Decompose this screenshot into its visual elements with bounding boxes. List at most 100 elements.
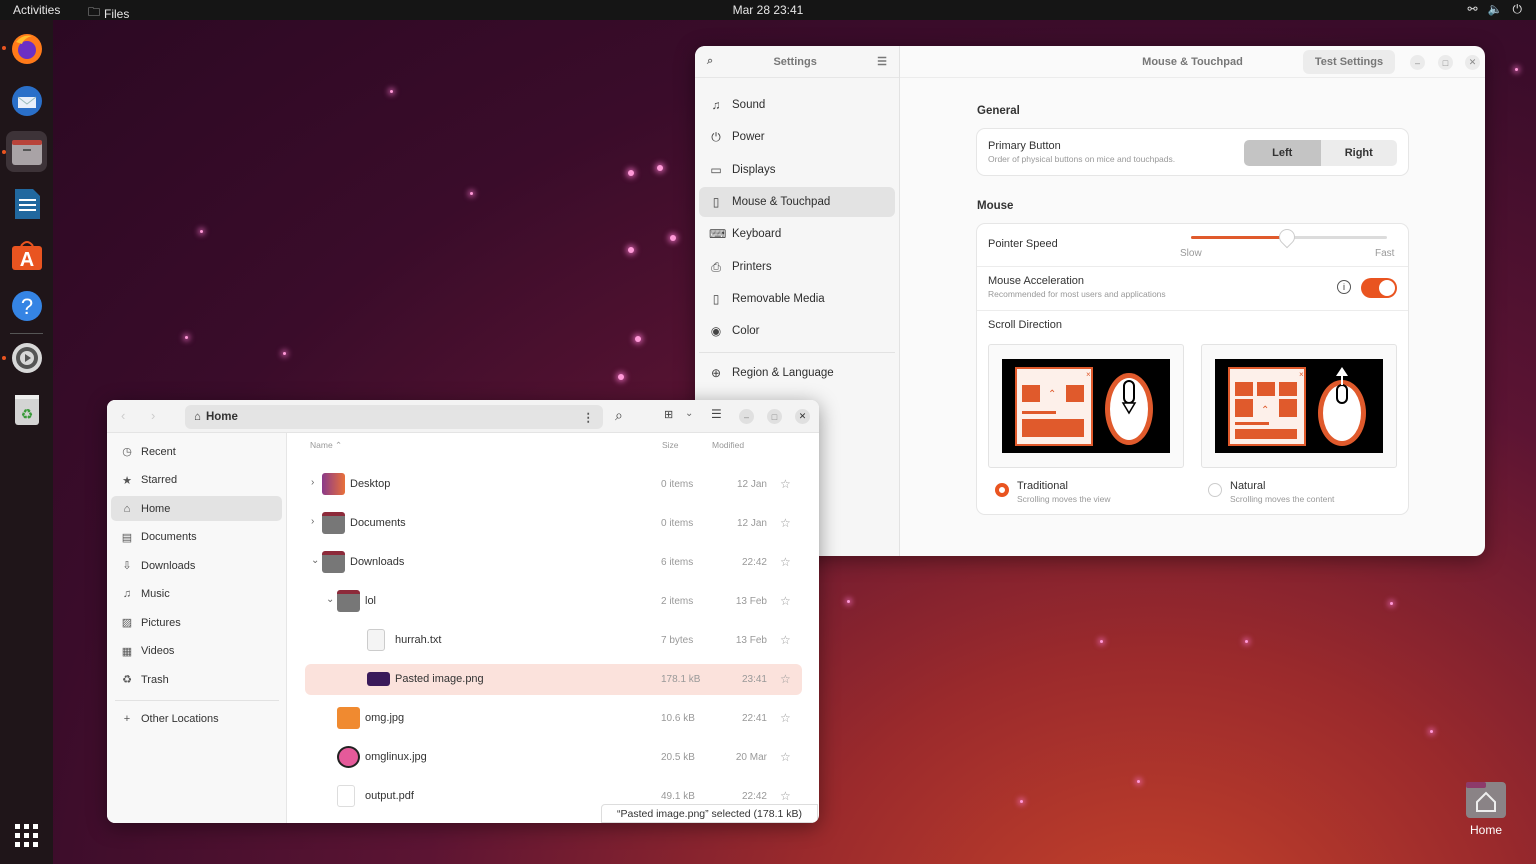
sidebar-item-color[interactable]: ◉ Color xyxy=(699,316,895,346)
show-apps-button[interactable] xyxy=(14,823,40,854)
forward-button[interactable]: › xyxy=(151,408,155,423)
sidebar-item-home[interactable]: ⌂ Home xyxy=(111,496,282,521)
dock-trash[interactable]: ♻ xyxy=(6,389,47,430)
dock-separator xyxy=(10,333,43,334)
plus-icon: + xyxy=(123,712,131,725)
dock-thunderbird[interactable] xyxy=(6,80,47,121)
sidebar-item-region-language[interactable]: ⊕ Region & Language xyxy=(699,358,895,388)
sidebar-item-power[interactable]: ⏻ Power xyxy=(699,122,895,152)
expander-icon[interactable]: ⌄ xyxy=(311,555,319,566)
star-decoration xyxy=(470,192,473,195)
file-row[interactable]: Pasted image.png 178.1 kB 23:41 ☆ xyxy=(305,664,802,695)
pointer-speed-slider[interactable] xyxy=(1191,225,1387,249)
main-menu-button[interactable]: ☰ xyxy=(711,407,722,421)
mouse-acceleration-switch[interactable] xyxy=(1361,278,1397,298)
column-name[interactable]: Name ⌃ xyxy=(310,440,342,451)
file-row[interactable]: › Desktop 0 items 12 Jan ☆ xyxy=(305,469,802,500)
star-icon[interactable]: ☆ xyxy=(780,711,791,725)
file-name: hurrah.txt xyxy=(395,634,442,646)
info-icon[interactable]: i xyxy=(1337,280,1351,294)
right-button-option[interactable]: Right xyxy=(1320,140,1397,166)
file-name: output.pdf xyxy=(365,790,414,802)
column-size[interactable]: Size xyxy=(662,440,679,450)
traditional-illustration-icon: × ⌃ xyxy=(1015,367,1153,446)
sidebar-item-starred[interactable]: ★ Starred xyxy=(111,468,282,493)
sidebar-item-other-locations[interactable]: + Other Locations xyxy=(111,706,282,731)
star-icon[interactable]: ☆ xyxy=(780,477,791,491)
sidebar-item-music[interactable]: ♫ Music xyxy=(111,582,282,607)
left-button-option[interactable]: Left xyxy=(1244,140,1321,166)
star-icon[interactable]: ☆ xyxy=(780,516,791,530)
dock-help[interactable]: ? xyxy=(6,285,47,326)
sidebar-item-removable-media[interactable]: ▯ Removable Media xyxy=(699,284,895,314)
natural-radio[interactable] xyxy=(1208,483,1222,497)
slider-handle[interactable] xyxy=(1275,225,1299,249)
desktop-home-icon[interactable]: Home xyxy=(1464,780,1508,837)
traditional-radio[interactable] xyxy=(995,483,1009,497)
star-icon[interactable]: ☆ xyxy=(780,594,791,608)
file-row[interactable]: › Documents 0 items 12 Jan ☆ xyxy=(305,508,802,539)
expander-icon[interactable]: ⌄ xyxy=(326,594,334,605)
sidebar-item-videos[interactable]: ▦ Videos xyxy=(111,639,282,664)
file-row[interactable]: ⌄ lol 2 items 13 Feb ☆ xyxy=(305,586,802,617)
documents-icon: ▤ xyxy=(121,531,133,544)
sidebar-item-pictures[interactable]: ▨ Pictures xyxy=(111,610,282,635)
pictures-icon: ▨ xyxy=(121,617,133,629)
expander-icon[interactable]: › xyxy=(311,516,314,527)
path-menu-button[interactable]: ⋮ xyxy=(583,410,595,424)
sidebar-item-trash[interactable]: ♻ Trash xyxy=(111,667,282,692)
close-button[interactable]: ✕ xyxy=(1465,55,1480,70)
column-modified[interactable]: Modified xyxy=(712,440,744,450)
maximize-button[interactable]: □ xyxy=(1438,55,1453,70)
star-icon[interactable]: ☆ xyxy=(780,633,791,647)
sidebar-item-mouse-touchpad[interactable]: ▯ Mouse & Touchpad xyxy=(699,187,895,217)
file-size: 10.6 kB xyxy=(661,713,695,724)
file-row[interactable]: omglinux.jpg 20.5 kB 20 Mar ☆ xyxy=(305,742,802,773)
star-decoration xyxy=(628,170,634,176)
star-icon[interactable]: ☆ xyxy=(780,789,791,803)
traditional-preview[interactable]: × ⌃ xyxy=(988,344,1184,468)
mouse-icon: ▯ xyxy=(712,195,720,209)
sidebar-item-documents[interactable]: ▤ Documents xyxy=(111,525,282,550)
search-icon[interactable]: ⌕ xyxy=(707,55,713,68)
file-row[interactable]: hurrah.txt 7 bytes 13 Feb ☆ xyxy=(305,625,802,656)
natural-illustration-icon: × ⌃ xyxy=(1228,367,1366,446)
scroll-direction-label: Scroll Direction xyxy=(988,319,1062,331)
dock-firefox[interactable] xyxy=(6,28,47,69)
sidebar-item-label: Documents xyxy=(141,531,197,543)
star-icon[interactable]: ☆ xyxy=(780,555,791,569)
close-button[interactable]: ✕ xyxy=(795,409,810,424)
minimize-button[interactable]: – xyxy=(1410,55,1425,70)
grid-view-button[interactable]: ⊞ xyxy=(664,408,673,421)
minimize-button[interactable]: – xyxy=(739,409,754,424)
natural-preview[interactable]: × ⌃ xyxy=(1201,344,1397,468)
star-decoration xyxy=(1245,640,1248,643)
expander-icon[interactable]: › xyxy=(311,477,314,488)
star-icon[interactable]: ☆ xyxy=(780,750,791,764)
dock-files[interactable] xyxy=(6,131,47,172)
search-button[interactable]: ⌕ xyxy=(615,407,623,424)
menu-icon[interactable]: ☰ xyxy=(877,55,887,68)
sidebar-item-keyboard[interactable]: ⌨ Keyboard xyxy=(699,219,895,249)
dock-settings[interactable] xyxy=(6,337,47,378)
maximize-button[interactable]: □ xyxy=(767,409,782,424)
sidebar-item-printers[interactable]: ⎙ Printers xyxy=(699,252,895,282)
dock-writer[interactable] xyxy=(6,183,47,224)
sidebar-item-downloads[interactable]: ⇩ Downloads xyxy=(111,553,282,578)
sidebar-item-recent[interactable]: ◷ Recent xyxy=(111,439,282,464)
dock-app-center[interactable]: A xyxy=(6,234,47,275)
test-settings-button[interactable]: Test Settings xyxy=(1303,50,1395,74)
region-icon: ⊕ xyxy=(710,366,722,380)
desktop-home-label: Home xyxy=(1469,823,1502,837)
file-row[interactable]: ⌄ Downloads 6 items 22:42 ☆ xyxy=(305,547,802,578)
sidebar-item-sound[interactable]: ♫ Sound xyxy=(699,90,895,120)
sidebar-item-displays[interactable]: ▭ Displays xyxy=(699,155,895,185)
file-row[interactable]: omg.jpg 10.6 kB 22:41 ☆ xyxy=(305,703,802,734)
clock[interactable]: Mar 28 23:41 xyxy=(0,3,1536,17)
location-bar[interactable]: ⌂ Home ⋮ xyxy=(185,405,603,429)
file-modified: 20 Mar xyxy=(735,752,767,763)
back-button[interactable]: ‹ xyxy=(121,408,125,423)
view-options-button[interactable]: ⌄ xyxy=(685,408,693,419)
star-icon[interactable]: ☆ xyxy=(780,672,791,686)
system-tray[interactable]: ⚯ 🔈 ⏻ xyxy=(1467,2,1522,17)
